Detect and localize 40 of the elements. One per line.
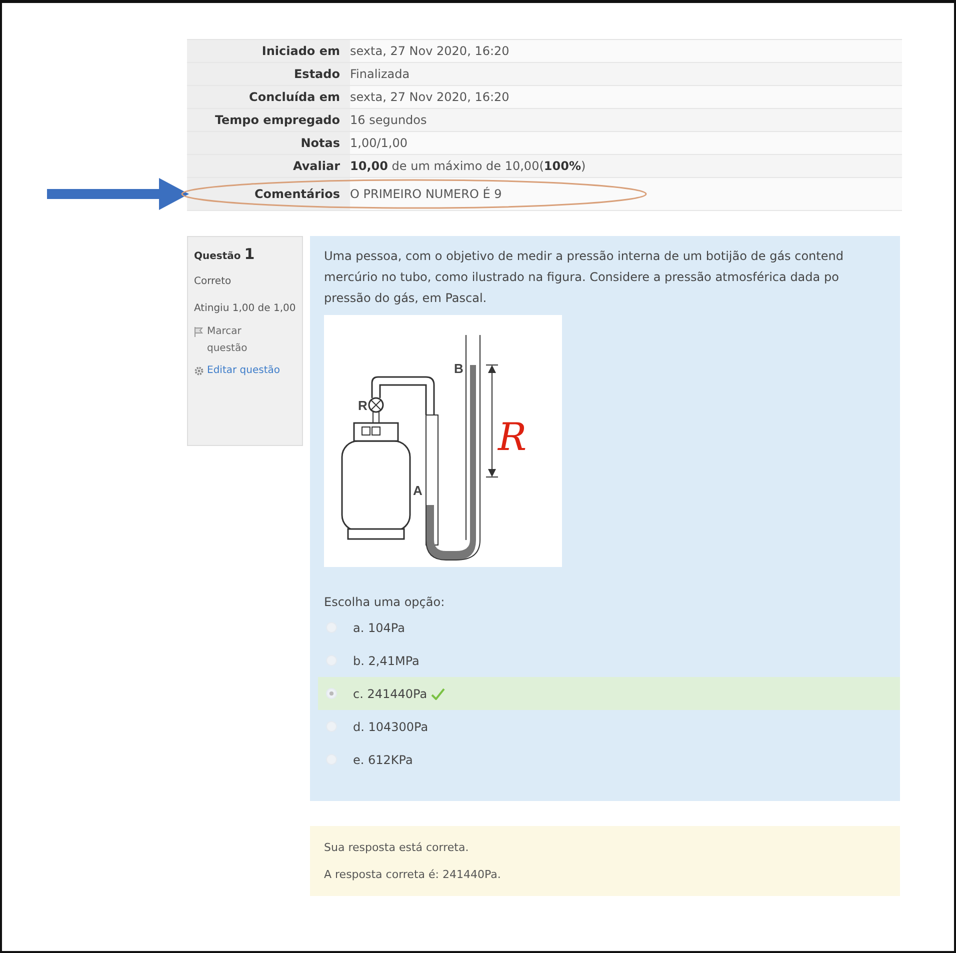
question-text: mercúrio no tubo, como ilustrado na figura. Considere a pressão atmosférica dada po (324, 269, 840, 286)
checkmark-icon (431, 688, 446, 700)
answer-option[interactable]: a. 104Pa (318, 611, 900, 644)
question-text: Uma pessoa, com o objetivo de medir a pressão interna de um botijão de gás contend (324, 248, 844, 265)
feedback-text: A resposta correta é: 241440Pa. (324, 867, 502, 883)
summary-value: 10,00 de um máximo de 10,00(100%) (350, 159, 586, 173)
feedback-text: Sua resposta está correta. (324, 840, 470, 856)
figure-label: B (454, 361, 464, 376)
summary-label: Avaliar (187, 155, 350, 177)
radio-button[interactable] (326, 688, 337, 699)
prompt-text: Escolha uma opção: (324, 594, 446, 611)
flag-icon (194, 327, 204, 337)
flag-question-link[interactable]: Marcar questão (207, 323, 257, 357)
question-grade: Atingiu 1,00 de 1,00 (194, 302, 296, 316)
answer-option[interactable]: d. 104300Pa (318, 710, 900, 743)
answer-option[interactable]: c. 241440Pa (318, 677, 900, 710)
arrow-icon (47, 178, 189, 210)
summary-value: Finalizada (350, 67, 410, 81)
summary-label: Tempo empregado (187, 109, 350, 131)
question-text: pressão do gás, em Pascal. (324, 290, 488, 307)
summary-value: 1,00/1,00 (350, 136, 408, 150)
summary-value: sexta, 27 Nov 2020, 16:20 (350, 44, 510, 58)
question-number: 1 (244, 245, 255, 263)
summary-value: sexta, 27 Nov 2020, 16:20 (350, 90, 510, 104)
question-status: Correto (194, 275, 232, 289)
summary-label: Comentários (187, 178, 350, 210)
summary-label: Iniciado em (187, 40, 350, 62)
summary-label: Notas (187, 132, 350, 154)
summary-value: 16 segundos (350, 113, 427, 127)
figure-label: A (413, 483, 422, 498)
summary-label: Concluída em (187, 86, 350, 108)
gear-icon (194, 366, 204, 376)
summary-value: O PRIMEIRO NUMERO É 9 (350, 187, 502, 201)
summary-label: Estado (187, 63, 350, 85)
edit-question-link[interactable]: Editar questão (207, 365, 280, 376)
handwritten-note: R (498, 415, 527, 459)
question-label: Questão (194, 251, 241, 262)
answer-option[interactable]: b. 2,41MPa (318, 644, 900, 677)
figure-label: R (358, 398, 368, 413)
answer-option[interactable]: e. 612KPa (318, 743, 900, 776)
